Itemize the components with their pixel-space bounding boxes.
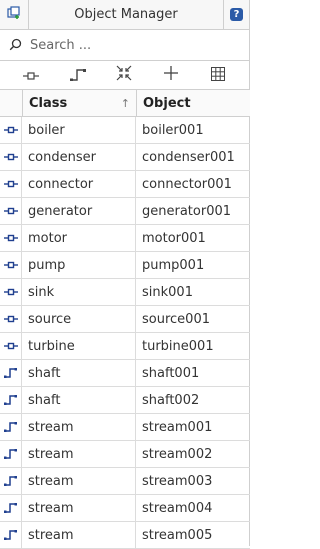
add-icon: [163, 65, 179, 85]
object-cell: shaft002: [142, 392, 200, 408]
component-filter-icon: [23, 66, 40, 85]
connection-filter-icon: [69, 66, 86, 85]
class-cell: shaft: [22, 387, 136, 413]
connection-icon: [0, 468, 22, 494]
header-icon-column: [0, 90, 23, 116]
component-icon: [0, 171, 22, 197]
collapse-icon: [116, 65, 132, 85]
object-cell: condenser001: [142, 149, 235, 165]
object-table: Class ↑ Object boiler boiler001 condenser c…: [0, 90, 250, 549]
column-header-class-label: Class: [29, 95, 68, 111]
add-panel-icon: [7, 5, 21, 24]
table-body: boiler boiler001 condenser condenser001 conn…: [0, 117, 250, 549]
table-row[interactable]: stream stream002: [0, 441, 250, 468]
component-icon: [0, 144, 22, 170]
add-button[interactable]: [158, 64, 184, 86]
table-row[interactable]: stream stream004: [0, 495, 250, 522]
component-filter-button[interactable]: [18, 64, 44, 86]
connection-icon: [0, 441, 22, 467]
object-cell: turbine001: [142, 338, 214, 354]
class-cell: turbine: [22, 333, 136, 359]
column-header-object[interactable]: Object: [137, 90, 250, 116]
table-row[interactable]: stream stream005: [0, 522, 250, 549]
class-cell: stream: [22, 522, 136, 548]
table-row[interactable]: condenser condenser001: [0, 144, 250, 171]
grid-icon: [210, 66, 225, 85]
grid-button[interactable]: [205, 64, 231, 86]
toolbar: [0, 61, 249, 90]
class-cell: stream: [22, 495, 136, 521]
connection-filter-button[interactable]: [65, 64, 91, 86]
object-cell: motor001: [142, 230, 206, 246]
table-row[interactable]: shaft shaft002: [0, 387, 250, 414]
class-cell: motor: [22, 225, 136, 251]
search-icon: [9, 36, 22, 55]
sort-ascending-icon: ↑: [120, 96, 130, 110]
object-cell: sink001: [142, 284, 193, 300]
object-cell: stream001: [142, 419, 213, 435]
component-icon: [0, 117, 22, 143]
component-icon: [0, 225, 22, 251]
title-bar: Object Manager ?: [0, 0, 249, 30]
component-icon: [0, 306, 22, 332]
table-row[interactable]: sink sink001: [0, 279, 250, 306]
table-row[interactable]: connector connector001: [0, 171, 250, 198]
object-cell: pump001: [142, 257, 205, 273]
table-header: Class ↑ Object: [0, 90, 250, 117]
panel-title: Object Manager: [74, 7, 178, 22]
connection-icon: [0, 522, 22, 548]
class-cell: pump: [22, 252, 136, 278]
object-cell: stream005: [142, 527, 213, 543]
component-icon: [0, 279, 22, 305]
table-row[interactable]: boiler boiler001: [0, 117, 250, 144]
component-icon: [0, 252, 22, 278]
class-cell: connector: [22, 171, 136, 197]
add-panel-button[interactable]: [0, 0, 29, 29]
object-cell: connector001: [142, 176, 232, 192]
table-row[interactable]: motor motor001: [0, 225, 250, 252]
class-cell: sink: [22, 279, 136, 305]
object-cell: stream003: [142, 473, 213, 489]
component-icon: [0, 198, 22, 224]
table-row[interactable]: shaft shaft001: [0, 360, 250, 387]
table-row[interactable]: stream stream001: [0, 414, 250, 441]
class-cell: stream: [22, 414, 136, 440]
object-cell: stream002: [142, 446, 213, 462]
object-cell: stream004: [142, 500, 213, 516]
class-cell: stream: [22, 441, 136, 467]
class-cell: generator: [22, 198, 136, 224]
connection-icon: [0, 414, 22, 440]
table-row[interactable]: turbine turbine001: [0, 333, 250, 360]
class-cell: source: [22, 306, 136, 332]
object-cell: shaft001: [142, 365, 200, 381]
class-cell: boiler: [22, 117, 136, 143]
class-cell: shaft: [22, 360, 136, 386]
table-row[interactable]: source source001: [0, 306, 250, 333]
class-cell: condenser: [22, 144, 136, 170]
component-icon: [0, 333, 22, 359]
object-cell: boiler001: [142, 122, 204, 138]
help-button[interactable]: ?: [223, 0, 249, 29]
help-icon: ?: [230, 8, 243, 21]
table-row[interactable]: stream stream003: [0, 468, 250, 495]
object-cell: generator001: [142, 203, 232, 219]
object-cell: source001: [142, 311, 210, 327]
search-input[interactable]: [28, 36, 232, 54]
connection-icon: [0, 360, 22, 386]
table-row[interactable]: pump pump001: [0, 252, 250, 279]
table-row[interactable]: generator generator001: [0, 198, 250, 225]
search-bar: [0, 30, 249, 61]
object-manager-panel: Object Manager ? Search ... Class ↑ Obje…: [0, 0, 250, 549]
class-cell: stream: [22, 468, 136, 494]
collapse-button[interactable]: [111, 64, 137, 86]
connection-icon: [0, 495, 22, 521]
column-header-class[interactable]: Class ↑: [23, 90, 137, 116]
connection-icon: [0, 387, 22, 413]
column-header-object-label: Object: [143, 95, 191, 111]
